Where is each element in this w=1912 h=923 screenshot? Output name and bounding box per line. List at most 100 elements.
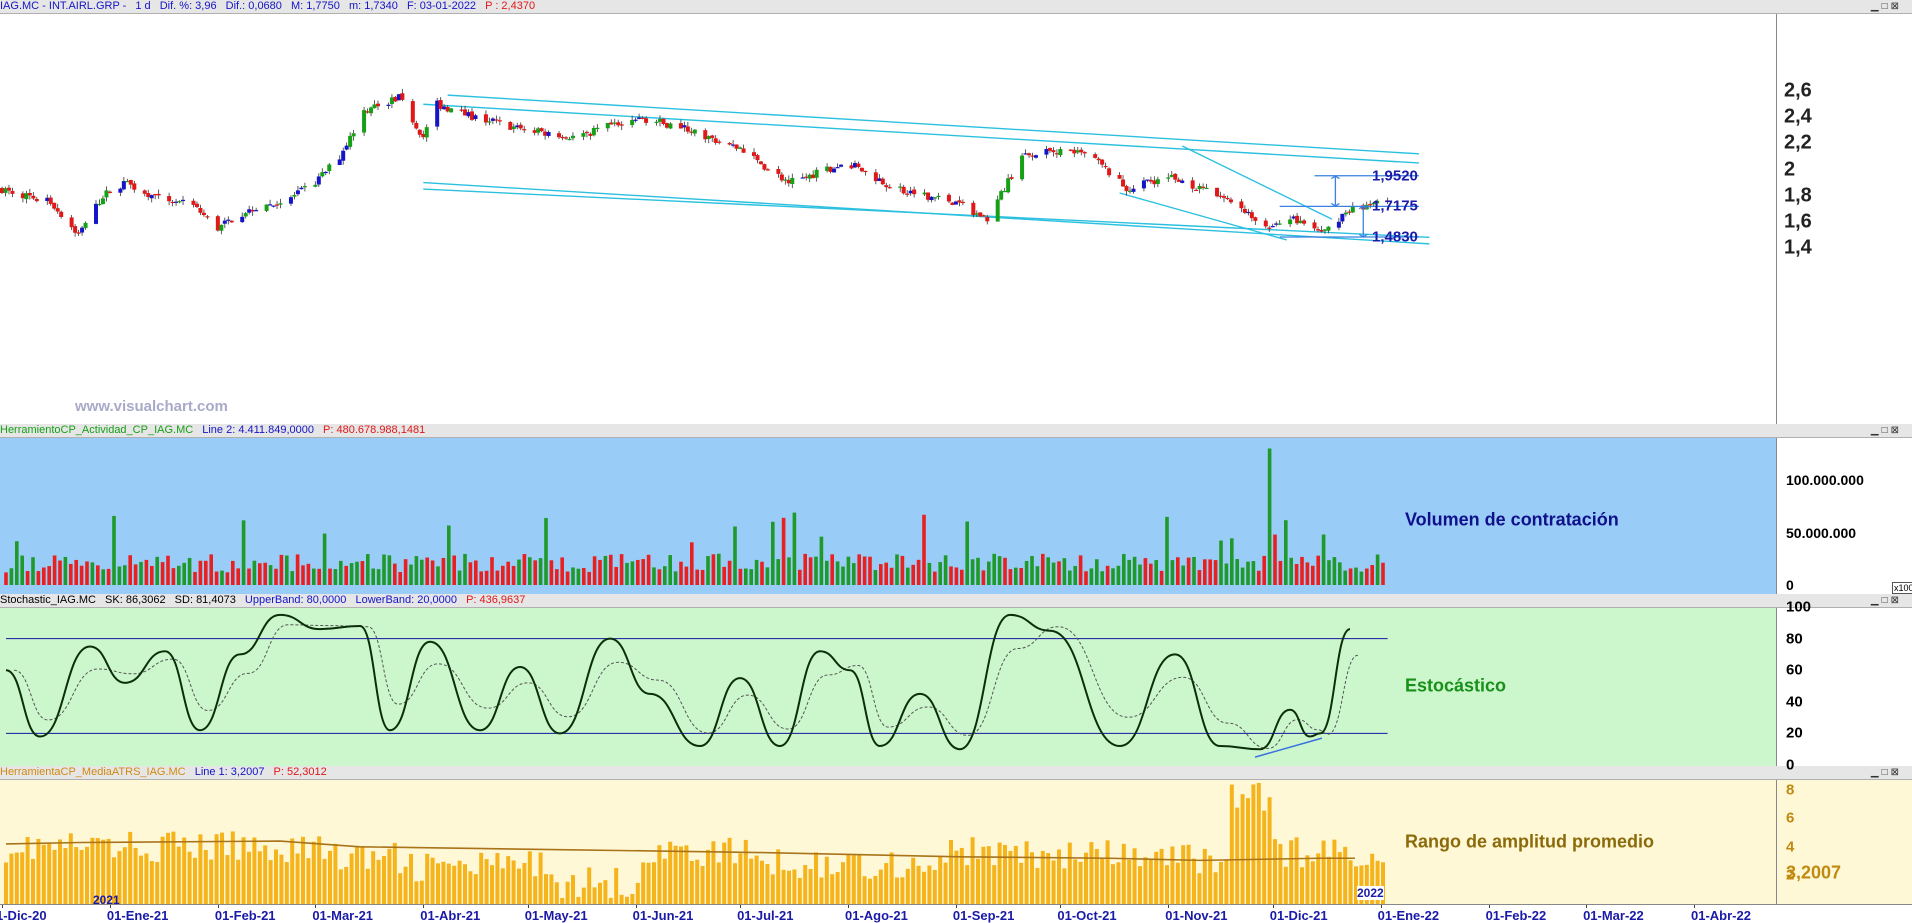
candle-body-83 <box>400 93 405 100</box>
atr-bar <box>279 854 284 904</box>
volume-scale-badge: x100 <box>1892 582 1912 594</box>
volume-bar <box>1267 448 1272 585</box>
candle-body-264 <box>1288 219 1293 225</box>
volume-bar <box>765 567 770 585</box>
atr-bar <box>1208 855 1213 904</box>
price-panel: IAG.MC - INT.AIRL.GRP - 1 d Dif. %: 3,96… <box>0 0 1912 424</box>
candle-body-18 <box>83 222 88 229</box>
candle-body-114 <box>557 133 562 138</box>
candle-body-144 <box>703 130 708 140</box>
volume-bar <box>1327 560 1331 585</box>
stochastic-panel-label: Estocástico <box>1405 675 1507 696</box>
candle-body-202 <box>981 215 986 217</box>
candle-body-125 <box>609 122 614 125</box>
volume-bar <box>160 562 165 585</box>
window-controls[interactable]: ▁□⊠ <box>1871 424 1902 437</box>
atr-bar <box>398 873 403 904</box>
volume-bar <box>1294 563 1299 585</box>
atr-bar <box>31 858 35 904</box>
volume-axis-tick: 50.000.000 <box>1786 524 1857 541</box>
candle-body-100 <box>487 121 492 123</box>
volume-bar <box>1138 564 1142 585</box>
atr-bar <box>441 861 446 904</box>
volume-bar <box>868 556 872 585</box>
date-axis-tick-mark <box>1168 905 1170 908</box>
volume-bar <box>441 558 446 585</box>
candle-body-32 <box>153 194 158 196</box>
volume-bar <box>938 562 942 585</box>
volume-bar <box>668 555 672 585</box>
atr-bar <box>760 860 764 904</box>
atr-bar <box>1024 841 1029 904</box>
volume-bar <box>182 562 186 585</box>
candle-body-165 <box>804 176 809 178</box>
atr-bar <box>468 871 473 904</box>
atr-bar <box>371 851 376 904</box>
candle-body-157 <box>762 164 767 170</box>
candle-body-47 <box>226 219 231 221</box>
atr-bar <box>592 887 597 904</box>
volume-bar <box>700 569 705 585</box>
atr-bar <box>781 869 786 904</box>
atr-bar <box>684 845 689 904</box>
volume-bar <box>263 562 267 585</box>
candle-body-90 <box>438 100 443 109</box>
atr-bar <box>527 851 532 904</box>
price-chart[interactable] <box>0 14 1776 424</box>
candle-body-42 <box>201 212 206 216</box>
volume-bar <box>1046 557 1050 585</box>
candle-body-230 <box>1121 179 1126 187</box>
atr-bar <box>268 860 273 904</box>
volume-bar <box>36 571 41 585</box>
window-controls[interactable]: ▁□⊠ <box>1871 766 1902 779</box>
atr-bar <box>932 869 937 904</box>
candle-body-139 <box>678 123 683 129</box>
candle-body-110 <box>536 128 541 133</box>
candle-body-158 <box>765 169 770 171</box>
atr-bar <box>549 874 554 904</box>
atr-bar <box>895 877 899 904</box>
window-controls[interactable]: ▁□⊠ <box>1871 0 1902 13</box>
candle-body-275 <box>1340 213 1345 222</box>
atr-bar <box>1013 845 1018 904</box>
volume-bar <box>949 566 953 585</box>
candle-body-59 <box>288 197 293 204</box>
atr-bar <box>1035 867 1040 904</box>
candle-body-7 <box>31 195 36 199</box>
volume-bar <box>258 563 262 585</box>
volume-bar <box>133 564 138 585</box>
candle-body-204 <box>995 199 1000 222</box>
atr-bar <box>63 848 68 904</box>
atr-bar <box>1116 862 1121 904</box>
stochastic-chart[interactable] <box>0 608 1776 766</box>
volume-bar <box>1143 558 1148 585</box>
volume-axis-tick: 0 <box>1786 577 1794 593</box>
window-controls[interactable]: ▁□⊠ <box>1871 594 1902 607</box>
candle-body-3 <box>10 190 15 194</box>
atr-bar <box>635 882 640 904</box>
candle-body-244 <box>1190 180 1195 189</box>
volume-bar <box>1165 516 1169 585</box>
volume-bar <box>895 554 899 585</box>
candle-body-31 <box>149 195 154 199</box>
volume-bar <box>382 554 386 585</box>
volume-bar <box>1359 571 1364 585</box>
candle-body-269 <box>1312 222 1317 229</box>
volume-bar <box>1062 558 1067 585</box>
atr-bar <box>1273 839 1277 904</box>
price-axis-tick: 2,4 <box>1784 105 1812 128</box>
atr-bar <box>9 853 14 904</box>
candle-body-145 <box>706 136 711 139</box>
candle-body-247 <box>1201 186 1206 188</box>
date-axis-tick: 01-Sep-21 <box>952 908 1015 923</box>
candle-body-121 <box>588 133 593 136</box>
candle-body-231 <box>1124 186 1129 192</box>
volume-bar <box>857 554 861 585</box>
date-axis-tick: 01-Abr-22 <box>1691 908 1751 923</box>
volume-bar <box>1251 561 1256 585</box>
atr-bar <box>500 868 505 904</box>
date-axis-tick-mark <box>1488 905 1490 908</box>
atr-bar <box>1030 852 1034 904</box>
volume-bar <box>830 554 834 585</box>
atr-bar <box>1175 862 1180 904</box>
